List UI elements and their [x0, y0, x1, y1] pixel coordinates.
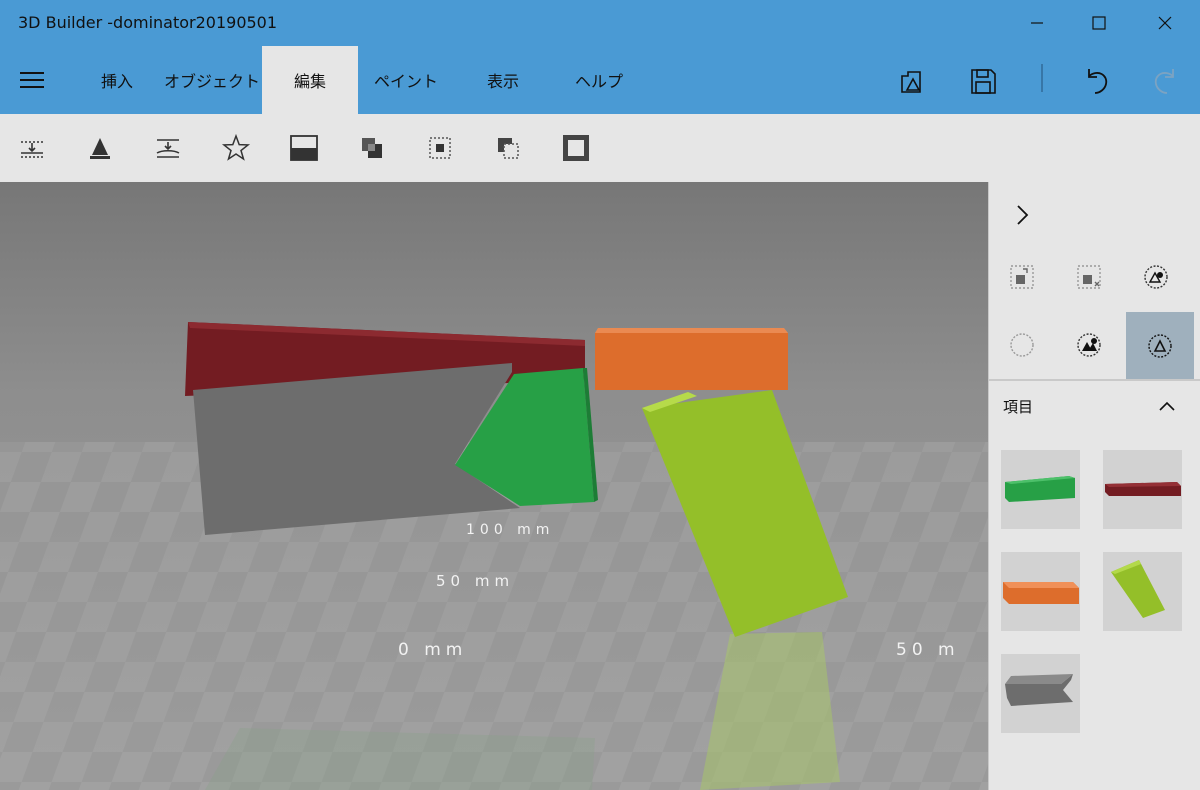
dark-red-bar-thumbnail: [1105, 482, 1181, 496]
redo-icon: [1154, 69, 1174, 94]
tab-help[interactable]: ヘルプ: [560, 46, 638, 114]
3d-viewport[interactable]: 100 mm 50 mm 0 mm 50 m: [0, 182, 988, 790]
triangle-circle-icon: [1148, 334, 1172, 358]
green-reflection: [205, 728, 595, 790]
fill-half-icon: [290, 135, 318, 161]
minimize-icon: [1031, 22, 1043, 24]
maximize-icon: [1092, 16, 1106, 30]
merge-tool[interactable]: [354, 130, 390, 166]
close-icon: [1158, 16, 1172, 30]
undo-icon: [1088, 69, 1108, 94]
minimize-button[interactable]: [1006, 0, 1068, 46]
orange-bar[interactable]: [595, 333, 788, 390]
scene-canvas[interactable]: 100 mm 50 mm 0 mm 50 m: [0, 182, 988, 790]
select-all-button[interactable]: [989, 244, 1055, 310]
ruler-label-100: 100 mm: [466, 522, 554, 538]
ribbon-tab-bar: 挿入 オブジェクト 編集 ペイント 表示 ヘルプ: [0, 46, 1200, 114]
lay-flat-icon: [156, 139, 180, 158]
edit-toolbar: [0, 114, 1200, 182]
orange-bar-top: [595, 328, 788, 333]
border-icon: [563, 135, 589, 161]
tab-insert[interactable]: 挿入: [78, 46, 156, 114]
save-icon: [971, 69, 996, 94]
extrude-tool[interactable]: [82, 130, 118, 166]
emboss-tool[interactable]: [218, 130, 254, 166]
object-thumbnail-gray[interactable]: [1001, 654, 1080, 733]
lime-bar-thumbnail: [1111, 560, 1165, 618]
hollow-tool[interactable]: [558, 130, 594, 166]
ruler-label-50-right: 50 m: [896, 640, 960, 660]
close-button[interactable]: [1134, 0, 1196, 46]
tab-paint[interactable]: ペイント: [364, 46, 448, 114]
toolbar-separator: [1041, 64, 1043, 92]
select-objects-icon: [1010, 265, 1034, 289]
ruler-label-0: 0 mm: [398, 640, 467, 660]
window-title: 3D Builder -dominator20190501: [18, 13, 278, 32]
gray-plate-thumbnail: [1005, 674, 1073, 706]
green-bar-thumbnail: [1005, 476, 1075, 502]
render-button[interactable]: [898, 66, 928, 96]
show-all-button[interactable]: [1056, 312, 1122, 378]
star-icon: [221, 133, 251, 161]
object-thumbnail-lime[interactable]: [1103, 552, 1182, 631]
show-selected-button[interactable]: [1126, 312, 1194, 380]
select-center-icon: [429, 137, 451, 159]
show-objects-button[interactable]: [1123, 244, 1189, 310]
chevron-up-icon: [1159, 401, 1175, 411]
split-icon: [21, 141, 43, 158]
orange-bar-thumbnail: [1003, 582, 1079, 604]
tab-object[interactable]: オブジェクト: [162, 46, 262, 114]
select-none-button[interactable]: [989, 312, 1055, 378]
deselect-objects-icon: [1077, 265, 1101, 289]
lay-flat-tool[interactable]: [150, 130, 186, 166]
shapes-circle-icon: [1144, 265, 1168, 289]
fill-tool[interactable]: [286, 130, 322, 166]
subtract-icon: [498, 138, 519, 159]
intersect-tool[interactable]: [422, 130, 458, 166]
deselect-button[interactable]: [1056, 244, 1122, 310]
object-thumbnail-orange[interactable]: [1001, 552, 1080, 631]
chevron-right-icon: [1017, 205, 1029, 225]
panel-divider: [989, 379, 1200, 381]
object-thumbnail-green[interactable]: [1001, 450, 1080, 529]
object-thumbnail-dark-red[interactable]: [1103, 450, 1182, 529]
redo-button[interactable]: [1150, 66, 1180, 96]
extrude-icon: [90, 138, 110, 159]
collapse-panel-button[interactable]: [989, 182, 1055, 248]
shapes-filled-icon: [1077, 333, 1101, 357]
ruler-label-50: 50 mm: [436, 572, 514, 590]
tab-view[interactable]: 表示: [464, 46, 542, 114]
title-bar: 3D Builder -dominator20190501: [0, 0, 1200, 46]
menu-icon[interactable]: [20, 72, 44, 88]
empty-circle-icon: [1010, 333, 1034, 357]
save-button[interactable]: [968, 66, 998, 96]
render-icon: [901, 71, 921, 93]
object-panel: 項目: [988, 182, 1200, 790]
merge-icon: [362, 138, 382, 158]
maximize-button[interactable]: [1068, 0, 1130, 46]
collapse-items-button[interactable]: [1157, 398, 1177, 414]
subtract-tool[interactable]: [490, 130, 526, 166]
tab-edit[interactable]: 編集: [262, 46, 358, 114]
undo-button[interactable]: [1082, 66, 1112, 96]
items-heading: 項目: [1003, 398, 1034, 416]
split-tool[interactable]: [14, 130, 50, 166]
